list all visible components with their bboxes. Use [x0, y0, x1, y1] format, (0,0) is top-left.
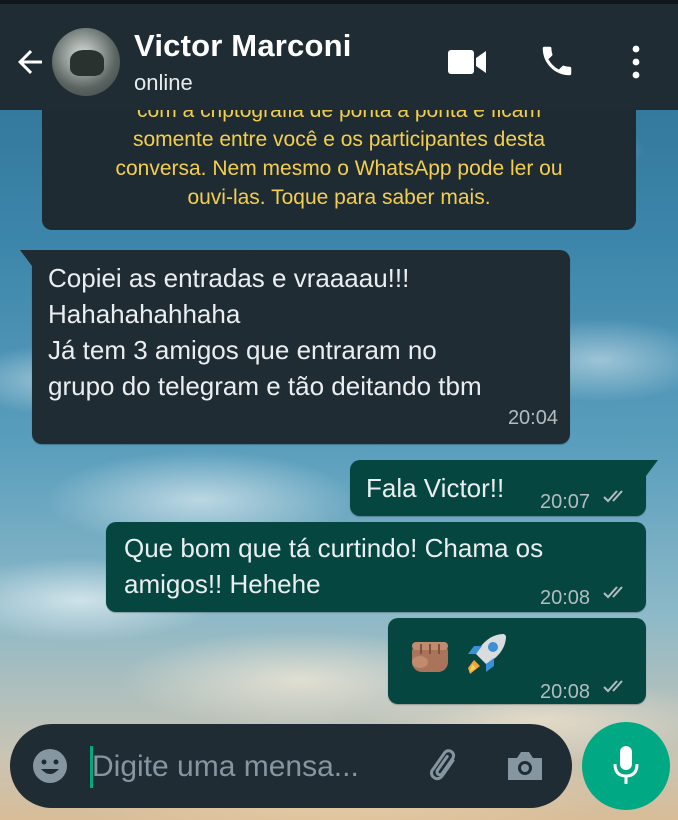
back-arrow-icon[interactable] [12, 44, 48, 80]
read-ticks-icon [603, 490, 623, 503]
read-ticks-icon [603, 586, 623, 599]
video-call-icon[interactable] [446, 46, 488, 78]
contact-name[interactable]: Victor Marconi [134, 28, 352, 64]
message-text: Hahahahahhaha [48, 299, 241, 329]
rocket-emoji-icon [468, 634, 506, 674]
message-text: Já tem 3 amigos que entraram no [48, 335, 437, 365]
encryption-notice-line: ouvi-las. Toque para saber mais. [187, 186, 491, 209]
phone-icon[interactable] [538, 42, 576, 80]
message-text: amigos!! Hehehe [124, 569, 321, 599]
message-text: Fala Victor!! [366, 473, 505, 503]
message-bubble-incoming[interactable]: Copiei as entradas e vraaaau!!! Hahahaha… [20, 250, 570, 444]
message-text: Que bom que tá curtindo! Chama os [124, 533, 544, 563]
message-text: grupo do telegram e tão deitando tbm [48, 371, 482, 401]
encryption-notice-line: somente entre você e os participantes de… [132, 128, 546, 151]
message-bubble-outgoing[interactable]: Fala Victor!! 20:07 [350, 460, 658, 516]
message-input[interactable]: Digite uma mensa... [92, 750, 359, 784]
message-bubble-outgoing[interactable]: Que bom que tá curtindo! Chama os amigos… [106, 522, 646, 612]
message-bubble-outgoing[interactable]: 20:08 [388, 618, 646, 704]
message-time: 20:04 [507, 407, 558, 429]
contact-status: online [134, 70, 193, 95]
message-time: 20:08 [540, 587, 591, 609]
message-text: Copiei as entradas e vraaaau!!! [48, 263, 410, 293]
fist-emoji-icon [412, 642, 448, 672]
read-ticks-icon [603, 680, 623, 693]
avatar[interactable] [52, 28, 120, 96]
message-time: 20:08 [540, 681, 591, 703]
chat-header: Victor Marconi online [0, 0, 678, 110]
camera-icon[interactable] [504, 748, 546, 784]
more-vert-icon[interactable] [628, 44, 644, 80]
encryption-notice[interactable]: com a criptografia de ponta a ponta e fi… [42, 100, 636, 230]
encryption-notice-line: conversa. Nem mesmo o WhatsApp pode ler … [115, 157, 563, 180]
mic-icon [613, 746, 639, 784]
emoji-icon[interactable] [30, 746, 70, 786]
message-composer: Digite uma mensa... [10, 724, 572, 808]
attach-icon[interactable] [424, 746, 466, 788]
message-time: 20:07 [540, 491, 591, 513]
mic-button[interactable] [582, 722, 670, 810]
